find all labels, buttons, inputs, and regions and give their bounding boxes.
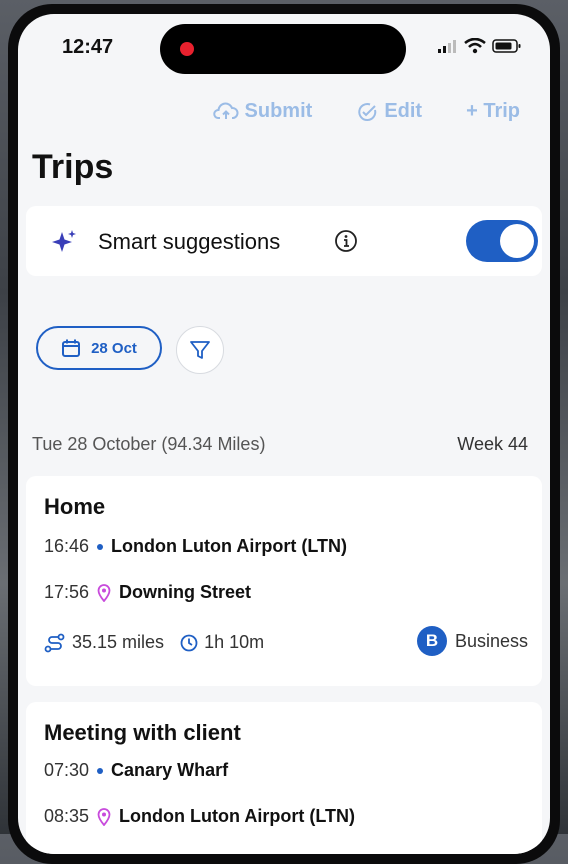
- category-label: Business: [454, 630, 528, 651]
- add-trip-button[interactable]: + Trip: [466, 100, 520, 123]
- trip-end: 08:35 London Luton Airport (LTN): [44, 806, 355, 827]
- edit-button[interactable]: Edit: [356, 100, 422, 123]
- smart-suggestions-label: Smart suggestions: [98, 229, 281, 254]
- status-time: 12:47: [62, 36, 114, 58]
- trip-start: 16:46 London Luton Airport (LTN): [44, 536, 347, 557]
- smart-suggestions-toggle[interactable]: [466, 220, 538, 262]
- page-title: Trips: [32, 148, 114, 186]
- location-pin-icon: [97, 583, 111, 602]
- start-time: 07:30: [44, 760, 90, 780]
- signal-icon: [438, 40, 456, 53]
- distance-value: 35.15 miles: [72, 632, 165, 652]
- category-badge: B: [416, 626, 447, 656]
- duration-value: 1h 10m: [204, 632, 265, 652]
- recording-indicator-icon: [180, 42, 194, 56]
- start-time: 16:46: [44, 536, 90, 556]
- start-dot-icon: [97, 767, 104, 774]
- start-dot-icon: [97, 543, 104, 550]
- submit-button[interactable]: Submit: [212, 100, 313, 123]
- filter-button[interactable]: [176, 326, 224, 374]
- dynamic-island: [160, 24, 406, 74]
- phone-screen: 12:47 Submit Edit + Trip Trips Smart sug…: [18, 14, 550, 854]
- submit-label: Submit: [244, 100, 313, 122]
- date-chip-label: 28 Oct: [91, 339, 137, 357]
- start-place: London Luton Airport (LTN): [111, 536, 347, 556]
- smart-suggestions-card: Smart suggestions: [26, 206, 542, 276]
- battery-icon: [492, 39, 521, 53]
- clock-icon: [180, 634, 198, 651]
- day-heading: Tue 28 October (94.34 Miles): [32, 434, 266, 454]
- distance-stat: 35.15 miles: [44, 632, 164, 653]
- add-trip-label: + Trip: [466, 100, 520, 122]
- day-header: Tue 28 October (94.34 Miles) Week 44: [32, 434, 528, 455]
- duration-stat: 1h 10m: [180, 632, 264, 653]
- wifi-icon: [464, 38, 486, 54]
- toolbar: Submit Edit + Trip: [212, 100, 520, 123]
- end-place: Downing Street: [119, 582, 252, 602]
- route-icon: [44, 633, 65, 652]
- start-place: Canary Wharf: [111, 760, 229, 780]
- location-pin-icon: [97, 807, 111, 826]
- filter-icon: [190, 341, 210, 359]
- end-time: 08:35: [44, 806, 90, 826]
- info-icon[interactable]: [334, 229, 358, 253]
- toggle-knob: [500, 224, 534, 258]
- status-bar: 12:47: [18, 14, 550, 74]
- trip-category[interactable]: B Business: [416, 626, 528, 656]
- status-icons: [438, 38, 522, 54]
- trip-card[interactable]: Meeting with client 07:30 Canary Wharf 0…: [26, 702, 542, 854]
- calendar-icon: [62, 339, 81, 357]
- end-time: 17:56: [44, 582, 90, 602]
- week-label: Week 44: [457, 434, 528, 454]
- edit-label: Edit: [384, 100, 423, 122]
- trip-card[interactable]: Home 16:46 London Luton Airport (LTN) 17…: [26, 476, 542, 686]
- date-filter-chip[interactable]: 28 Oct: [36, 326, 162, 370]
- trip-stats: 35.15 miles 1h 10m: [44, 632, 264, 653]
- trip-title: Meeting with client: [44, 720, 241, 745]
- upload-cloud-icon: [212, 102, 239, 119]
- end-place: London Luton Airport (LTN): [119, 806, 355, 826]
- trip-start: 07:30 Canary Wharf: [44, 760, 228, 781]
- check-circle-icon: [358, 102, 377, 121]
- trip-title: Home: [44, 494, 106, 519]
- trip-end: 17:56 Downing Street: [44, 582, 251, 603]
- sparkle-icon: [52, 230, 76, 252]
